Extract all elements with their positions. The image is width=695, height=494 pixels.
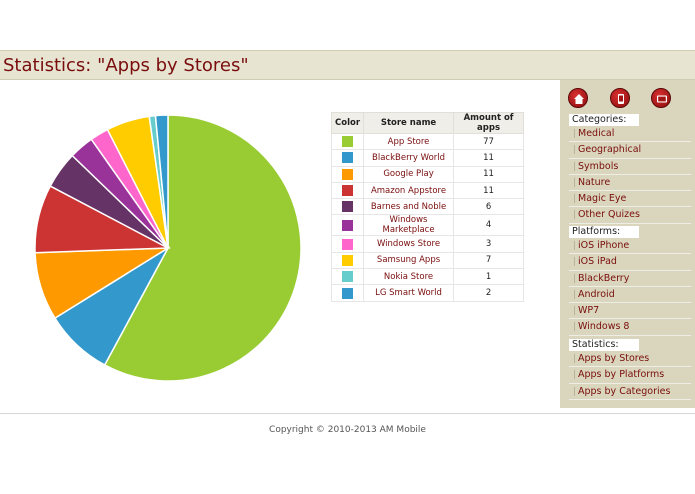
amount-cell: 3 xyxy=(453,235,525,253)
amount-cell: 11 xyxy=(453,165,525,183)
store-name-cell: Windows Marketplace xyxy=(363,214,455,237)
store-name-cell: LG Smart World xyxy=(363,284,455,302)
table-row: Windows Store 3 xyxy=(330,235,525,253)
store-name-cell: BlackBerry World xyxy=(363,149,455,167)
header-color: Color xyxy=(330,112,365,134)
store-name-cell: App Store xyxy=(363,132,455,151)
amount-cell: 4 xyxy=(453,214,525,237)
color-swatch xyxy=(342,238,354,250)
title-bar: Statistics: "Apps by Stores" xyxy=(0,50,695,80)
color-cell xyxy=(330,235,365,253)
sidebar-item-apps-by-stores[interactable]: Apps by Stores xyxy=(569,351,691,368)
amount-cell: 11 xyxy=(453,181,525,200)
color-swatch xyxy=(342,219,354,231)
footer-divider xyxy=(0,413,695,414)
color-cell xyxy=(330,165,365,183)
categories-section: Categories: Medical Geographical Symbols… xyxy=(569,114,691,224)
platforms-section: Platforms: iOS iPhone iOS iPad BlackBerr… xyxy=(569,226,691,336)
color-cell xyxy=(330,149,365,167)
store-name-cell: Nokia Store xyxy=(363,268,455,286)
store-name-cell: Barnes and Noble xyxy=(363,198,455,216)
sidebar-item-windows-8[interactable]: Windows 8 xyxy=(569,319,691,336)
categories-title: Categories: xyxy=(569,114,639,126)
sidebar-item-apps-by-platforms[interactable]: Apps by Platforms xyxy=(569,367,691,384)
tablet-icon[interactable] xyxy=(651,88,671,108)
sidebar-item-geographical[interactable]: Geographical xyxy=(569,142,691,159)
header-amount: Amount of apps xyxy=(453,112,525,134)
home-icon[interactable] xyxy=(568,88,588,108)
color-swatch xyxy=(342,254,354,266)
color-swatch xyxy=(342,152,354,164)
table-row: Google Play 11 xyxy=(330,165,525,183)
sidebar-item-apps-by-categories[interactable]: Apps by Categories xyxy=(569,384,691,400)
table-row: App Store 77 xyxy=(330,132,525,151)
sidebar: Categories: Medical Geographical Symbols… xyxy=(560,80,695,408)
table-row: Nokia Store 1 xyxy=(330,268,525,286)
table-row: Amazon Appstore 11 xyxy=(330,181,525,200)
sidebar-item-other-quizes[interactable]: Other Quizes xyxy=(569,207,691,224)
sidebar-item-symbols[interactable]: Symbols xyxy=(569,159,691,175)
statistics-section: Statistics: Apps by Stores Apps by Platf… xyxy=(569,339,691,400)
sidebar-item-wp7[interactable]: WP7 xyxy=(569,303,691,320)
color-cell xyxy=(330,251,365,270)
color-swatch xyxy=(342,136,354,148)
table-row: Barnes and Noble 6 xyxy=(330,198,525,216)
sidebar-item-android[interactable]: Android xyxy=(569,287,691,304)
table-row: Samsung Apps 7 xyxy=(330,251,525,270)
amount-cell: 2 xyxy=(453,284,525,302)
sidebar-item-medical[interactable]: Medical xyxy=(569,126,691,143)
store-name-cell: Samsung Apps xyxy=(363,251,455,270)
color-swatch xyxy=(342,168,354,180)
color-cell xyxy=(330,181,365,200)
amount-cell: 1 xyxy=(453,268,525,286)
store-name-cell: Windows Store xyxy=(363,235,455,253)
platforms-title: Platforms: xyxy=(569,226,639,238)
amount-cell: 77 xyxy=(453,132,525,151)
color-swatch xyxy=(342,201,354,213)
color-swatch xyxy=(342,185,354,197)
store-name-cell: Google Play xyxy=(363,165,455,183)
sidebar-item-blackberry[interactable]: BlackBerry xyxy=(569,271,691,287)
color-cell xyxy=(330,284,365,302)
store-name-cell: Amazon Appstore xyxy=(363,181,455,200)
color-swatch xyxy=(342,287,354,299)
amount-cell: 7 xyxy=(453,251,525,270)
table-row: LG Smart World 2 xyxy=(330,284,525,302)
copyright-text: Copyright © 2010-2013 AM Mobile xyxy=(269,425,426,435)
pie-chart xyxy=(34,114,302,382)
sidebar-item-ios-iphone[interactable]: iOS iPhone xyxy=(569,238,691,255)
table-row: BlackBerry World 11 xyxy=(330,149,525,167)
color-cell xyxy=(330,214,365,237)
color-cell xyxy=(330,268,365,286)
sidebar-item-nature[interactable]: Nature xyxy=(569,175,691,192)
color-cell xyxy=(330,132,365,151)
color-swatch xyxy=(342,271,354,283)
color-cell xyxy=(330,198,365,216)
sidebar-item-ios-ipad[interactable]: iOS iPad xyxy=(569,254,691,271)
amount-cell: 11 xyxy=(453,149,525,167)
table-header-row: Color Store name Amount of apps xyxy=(330,112,525,134)
phone-icon[interactable] xyxy=(610,88,630,108)
amount-cell: 6 xyxy=(453,198,525,216)
page-title: Statistics: "Apps by Stores" xyxy=(3,55,249,76)
sidebar-item-magic-eye[interactable]: Magic Eye xyxy=(569,191,691,208)
header-store-name: Store name xyxy=(363,112,455,134)
legend-table: Color Store name Amount of apps App Stor… xyxy=(330,112,525,302)
statistics-title: Statistics: xyxy=(569,339,639,351)
table-row: Windows Marketplace 4 xyxy=(330,214,525,237)
